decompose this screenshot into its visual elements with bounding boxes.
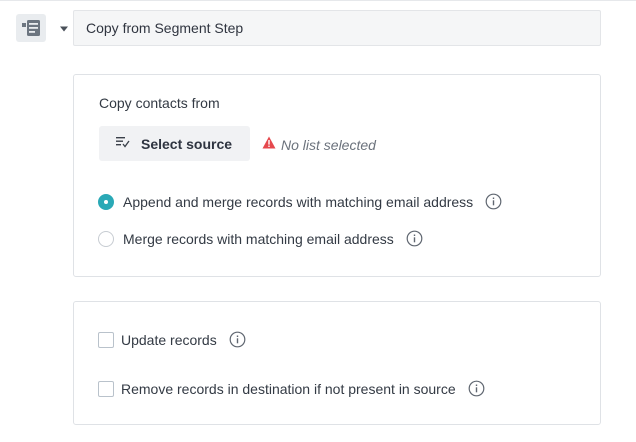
select-source-button[interactable]: Select source [99,126,250,161]
copy-contacts-label: Copy contacts from [99,95,220,111]
update-records-option[interactable]: Update records [98,331,246,348]
merge-matching-radio[interactable] [98,230,114,247]
warning-triangle-icon [262,136,276,154]
list-select-icon [116,136,130,151]
update-records-label: Update records [121,331,217,348]
update-records-checkbox[interactable] [98,331,114,348]
top-divider [0,0,636,1]
remove-records-label: Remove records in destination if not pre… [121,380,456,397]
append-merge-radio[interactable] [98,193,114,210]
segment-step-icon [16,14,46,42]
merge-option-matching[interactable]: Merge records with matching email addres… [98,230,423,247]
info-icon[interactable] [229,331,246,348]
info-icon[interactable] [468,380,485,397]
no-list-warning-text: No list selected [281,137,376,153]
no-list-warning: No list selected [262,136,376,154]
info-icon[interactable] [406,230,423,247]
select-source-label: Select source [141,135,233,152]
options-card: Update records Remove records in destina… [73,301,601,425]
source-card: Copy contacts from Select source No list… [73,74,601,277]
step-title-field[interactable]: Copy from Segment Step [73,10,601,46]
caret-down-icon[interactable] [58,23,70,35]
append-merge-label: Append and merge records with matching e… [123,193,474,210]
remove-records-checkbox[interactable] [98,380,114,397]
info-icon[interactable] [485,193,502,210]
merge-matching-label: Merge records with matching email addres… [123,230,394,247]
merge-option-append[interactable]: Append and merge records with matching e… [98,193,502,210]
remove-records-option[interactable]: Remove records in destination if not pre… [98,380,485,397]
step-title-text: Copy from Segment Step [86,20,244,36]
